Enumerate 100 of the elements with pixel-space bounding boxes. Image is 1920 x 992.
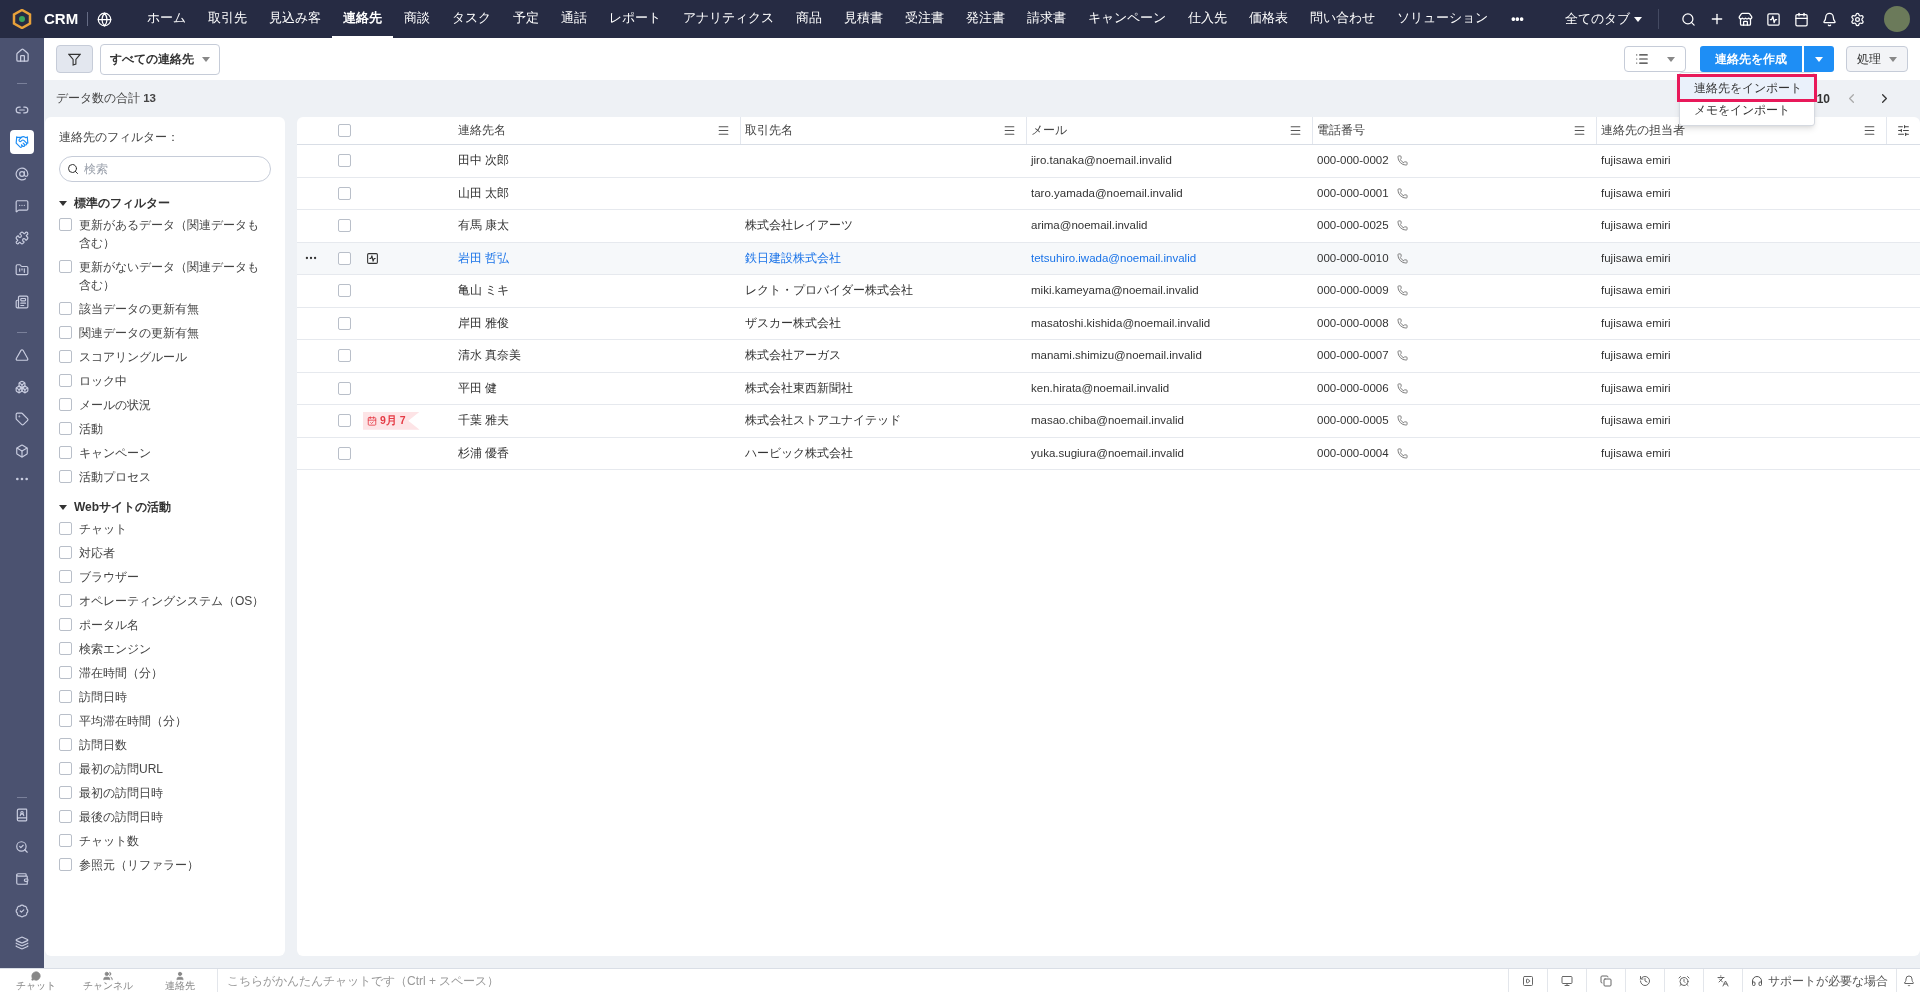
logo-icon[interactable] bbox=[12, 9, 32, 29]
home-icon[interactable] bbox=[14, 48, 30, 63]
table-cell[interactable]: tetsuhiro.iwada@noemail.invalid bbox=[1031, 249, 1197, 267]
nav-tab[interactable]: 予定 bbox=[502, 0, 551, 38]
table-row[interactable]: 9月 7 千葉 雅夫 株式会社ストアユナイテッド masao.chiba@noemail.invalid 000-000-0005 fujisawa emiri bbox=[297, 405, 1920, 438]
checkbox[interactable] bbox=[337, 349, 351, 363]
wallet-icon[interactable] bbox=[15, 872, 29, 886]
settings-icon[interactable] bbox=[1850, 11, 1865, 27]
checkbox[interactable] bbox=[337, 446, 351, 460]
store-icon[interactable] bbox=[1738, 11, 1753, 27]
notification-icon[interactable] bbox=[1822, 11, 1837, 27]
monitor-icon[interactable] bbox=[1561, 974, 1573, 987]
checkbox[interactable] bbox=[59, 218, 72, 232]
table-row[interactable]: 有馬 康太 株式会社レイアーツ arima@noemail.invalid 000-000-0025 fujisawa emiri bbox=[297, 210, 1920, 243]
list-view-dropdown[interactable] bbox=[1624, 46, 1686, 72]
search-icon[interactable] bbox=[1681, 11, 1696, 27]
phone-icon[interactable] bbox=[1396, 447, 1408, 459]
checkbox[interactable] bbox=[59, 594, 72, 608]
column-menu-icon[interactable] bbox=[1573, 124, 1586, 137]
nav-tab[interactable]: 見積書 bbox=[833, 0, 895, 38]
create-menu-button[interactable] bbox=[1804, 46, 1834, 72]
nav-tab[interactable]: タスク bbox=[441, 0, 503, 38]
column-menu-icon[interactable] bbox=[1003, 124, 1016, 137]
more-tabs-button[interactable]: ••• bbox=[1499, 10, 1536, 28]
checkbox[interactable] bbox=[59, 522, 72, 536]
nav-tab[interactable]: 仕入先 bbox=[1177, 0, 1239, 38]
nav-tab[interactable]: レポート bbox=[598, 0, 673, 38]
nav-tab[interactable]: 商談 bbox=[393, 0, 442, 38]
actions-dropdown[interactable]: 処理 bbox=[1846, 46, 1908, 72]
phone-icon[interactable] bbox=[1396, 155, 1408, 167]
nav-tab[interactable]: 見込み客 bbox=[258, 0, 333, 38]
nav-tab[interactable]: 通話 bbox=[550, 0, 599, 38]
plus-icon[interactable] bbox=[1709, 11, 1725, 27]
nav-tab[interactable]: 価格表 bbox=[1238, 0, 1300, 38]
column-header[interactable]: 電話番号 bbox=[1317, 121, 1365, 140]
all-tabs-dropdown[interactable]: 全てのタブ bbox=[1565, 9, 1642, 29]
table-row[interactable]: 清水 真奈美 株式会社アーガス manami.shimizu@noemail.invalid 000-000-0007 fujisawa emiri bbox=[297, 340, 1920, 373]
table-row[interactable]: 亀山 ミキ レクト・プロバイダー株式会社 miki.kameyama@noemail.invalid 000-000-0009 fujisawa emiri bbox=[297, 275, 1920, 308]
page-size[interactable]: 10 bbox=[1816, 89, 1830, 108]
checkbox[interactable] bbox=[59, 762, 72, 776]
phone-icon[interactable] bbox=[1396, 382, 1408, 394]
contact-book-icon[interactable] bbox=[15, 808, 29, 822]
checkbox[interactable] bbox=[59, 422, 72, 436]
checkbox[interactable] bbox=[59, 834, 72, 848]
checkbox[interactable] bbox=[337, 414, 351, 428]
nav-tab[interactable]: キャンペーン bbox=[1077, 0, 1178, 38]
table-row[interactable]: 杉浦 優香 ハービック株式会社 yuka.sugiura@noemail.invalid 000-000-0004 fujisawa emiri bbox=[297, 437, 1920, 470]
checkbox[interactable] bbox=[337, 124, 351, 137]
chat-bar-tab[interactable]: 連絡先 bbox=[144, 970, 216, 991]
column-menu-icon[interactable] bbox=[717, 124, 730, 137]
checkbox[interactable] bbox=[59, 398, 72, 412]
support-button[interactable]: サポートが必要な場合 bbox=[1742, 969, 1896, 992]
nav-tab[interactable]: ホーム bbox=[136, 0, 198, 38]
checkbox[interactable] bbox=[59, 326, 72, 340]
checkbox[interactable] bbox=[337, 284, 351, 298]
filter-section-header[interactable]: Webサイトの活動 bbox=[59, 498, 172, 517]
history-icon[interactable] bbox=[1639, 974, 1651, 987]
checkbox[interactable] bbox=[337, 381, 351, 395]
copy-icon[interactable] bbox=[1600, 974, 1612, 987]
chat-bar-tab[interactable]: チャット bbox=[0, 970, 72, 991]
search-field[interactable]: 検索 bbox=[59, 156, 271, 183]
checkbox[interactable] bbox=[59, 546, 72, 560]
badge-icon[interactable] bbox=[15, 904, 29, 918]
checkbox[interactable] bbox=[337, 316, 351, 330]
menu-item[interactable]: メモをインポート bbox=[1680, 99, 1814, 121]
filter-toggle-button[interactable] bbox=[56, 45, 93, 73]
column-settings-icon[interactable] bbox=[1897, 124, 1910, 137]
table-row[interactable]: 田中 次郎 jiro.tanaka@noemail.invalid 000-000-0002 fujisawa emiri bbox=[297, 145, 1920, 178]
layers-icon[interactable] bbox=[15, 936, 29, 950]
avatar[interactable] bbox=[1884, 6, 1910, 32]
checkbox[interactable] bbox=[59, 786, 72, 800]
table-cell[interactable]: 岩田 哲弘 bbox=[458, 249, 510, 267]
bell-icon[interactable] bbox=[1902, 974, 1915, 987]
checkbox[interactable] bbox=[59, 810, 72, 824]
checkbox[interactable] bbox=[59, 350, 72, 364]
play-icon[interactable] bbox=[1522, 974, 1534, 987]
phone-icon[interactable] bbox=[1396, 187, 1408, 199]
checkbox[interactable] bbox=[59, 714, 72, 728]
checkbox[interactable] bbox=[59, 858, 72, 872]
column-menu-icon[interactable] bbox=[1289, 124, 1302, 137]
phone-icon[interactable] bbox=[1396, 415, 1408, 427]
nav-tab[interactable]: 問い合わせ bbox=[1299, 0, 1387, 38]
nav-tab[interactable]: 受注書 bbox=[894, 0, 956, 38]
activity-icon[interactable] bbox=[366, 251, 379, 265]
nav-tab[interactable]: ソリューション bbox=[1386, 0, 1500, 38]
view-dropdown[interactable]: すべての連絡先 bbox=[100, 43, 220, 75]
checkbox[interactable] bbox=[59, 570, 72, 584]
table-row[interactable]: 岸田 雅俊 ザスカー株式会社 masatoshi.kishida@noemail.invalid 000-000-0008 fujisawa emiri bbox=[297, 307, 1920, 340]
nav-tab[interactable]: 取引先 bbox=[197, 0, 259, 38]
nav-tab[interactable]: 発注書 bbox=[955, 0, 1017, 38]
checkbox[interactable] bbox=[59, 374, 72, 388]
phone-icon[interactable] bbox=[1396, 350, 1408, 362]
brand-name[interactable]: CRM bbox=[44, 7, 79, 31]
chat-bar-tab[interactable]: チャンネル bbox=[72, 970, 144, 991]
phone-icon[interactable] bbox=[1396, 220, 1408, 232]
column-header[interactable]: 連絡先の担当者 bbox=[1601, 121, 1685, 140]
checkbox[interactable] bbox=[59, 642, 72, 656]
phone-icon[interactable] bbox=[1396, 285, 1408, 297]
table-row[interactable]: 山田 太郎 taro.yamada@noemail.invalid 000-000-0001 fujisawa emiri bbox=[297, 177, 1920, 210]
menu-item[interactable]: 連絡先をインポート bbox=[1680, 77, 1814, 99]
